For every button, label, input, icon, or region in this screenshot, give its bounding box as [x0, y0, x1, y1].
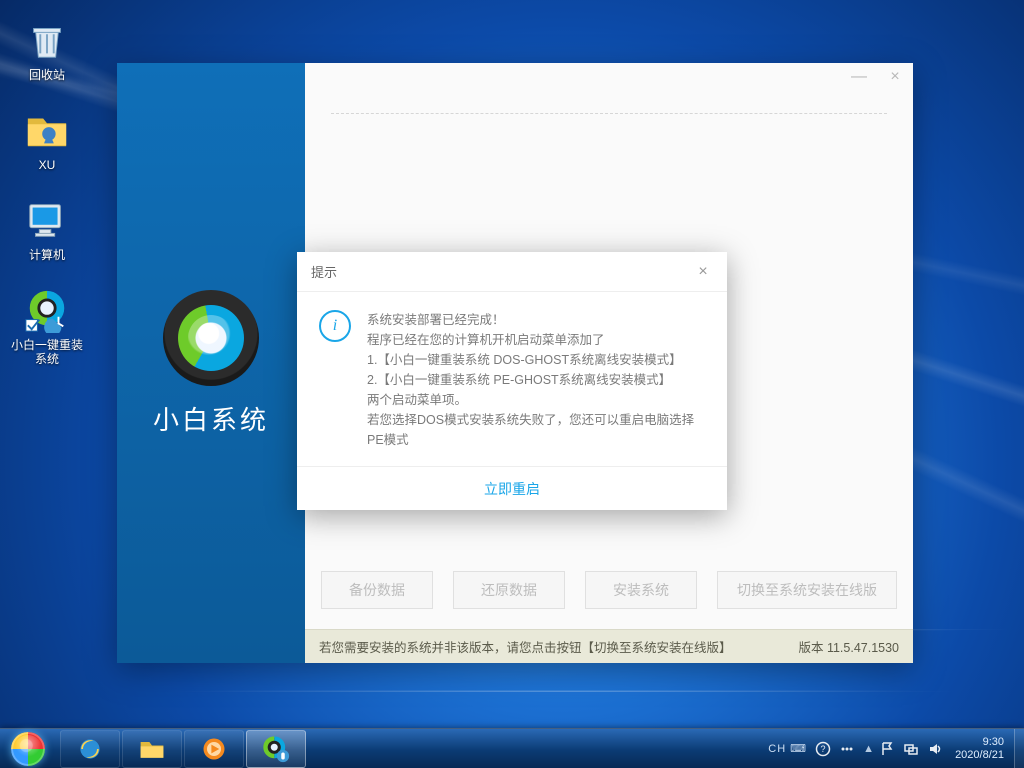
info-icon: i — [319, 310, 351, 342]
media-player-icon — [199, 735, 229, 763]
clock-date: 2020/8/21 — [955, 749, 1004, 762]
dialog-line: 若您选择DOS模式安装系统失败了，您还可以重启电脑选择PE模式 — [367, 410, 705, 450]
clock-time: 9:30 — [955, 736, 1004, 749]
action-center-flag-icon[interactable] — [879, 741, 895, 757]
taskbar-item-explorer[interactable] — [122, 730, 182, 768]
restore-button[interactable]: 还原数据 — [453, 571, 565, 609]
show-desktop-button[interactable] — [1014, 729, 1024, 768]
dialog-message: 系统安装部署已经完成！ 程序已经在您的计算机开机启动菜单添加了 1.【小白一键重… — [367, 310, 705, 450]
taskbar-item-ie[interactable] — [60, 730, 120, 768]
recycle-bin-icon — [23, 16, 71, 64]
status-hint: 若您需要安装的系统并非该版本，请您点击按钮【切换至系统安装在线版】 — [319, 637, 732, 656]
taskbar: CH ⌨ ? ▲ 9:30 2020/8/21 — [0, 728, 1024, 768]
desktop-icon-computer[interactable]: 计算机 — [8, 190, 86, 280]
taskbar-item-xiaobai-app[interactable] — [246, 730, 306, 768]
dialog-line: 1.【小白一键重装系统 DOS-GHOST系统离线安装模式】 — [367, 350, 705, 370]
status-bar: 若您需要安装的系统并非该版本，请您点击按钮【切换至系统安装在线版】 版本 11.… — [305, 629, 913, 663]
dialog-line: 系统安装部署已经完成！ — [367, 310, 705, 330]
app-brand-text: 小白系统 — [153, 400, 269, 437]
computer-icon — [23, 196, 71, 244]
app-sidebar: 小白系统 — [117, 63, 305, 663]
window-controls: — × — [841, 63, 913, 91]
desktop-icon-app-shortcut[interactable]: 小白一键重装系统 — [8, 280, 86, 370]
xiaobai-app-icon — [261, 735, 291, 763]
taskbar-item-media-player[interactable] — [184, 730, 244, 768]
status-version: 版本 11.5.47.1530 — [798, 637, 899, 656]
taskbar-pinned — [56, 729, 306, 768]
confirm-dialog: 提示 × i 系统安装部署已经完成！ 程序已经在您的计算机开机启动菜单添加了 1… — [297, 252, 727, 510]
language-label: CH — [768, 743, 786, 755]
internet-explorer-icon — [75, 735, 105, 763]
app-shortcut-icon — [23, 286, 71, 334]
folder-icon — [23, 106, 71, 154]
language-indicator[interactable]: CH ⌨ — [768, 742, 807, 755]
taskbar-clock[interactable]: 9:30 2020/8/21 — [951, 736, 1008, 762]
help-icon[interactable]: ? — [815, 741, 831, 757]
dialog-title: 提示 — [311, 262, 337, 281]
restart-now-button[interactable]: 立即重启 — [297, 467, 727, 510]
switch-online-button[interactable]: 切换至系统安装在线版 — [717, 571, 897, 609]
dialog-close-button[interactable]: × — [693, 263, 713, 281]
action-buttons: 备份数据 还原数据 安装系统 切换至系统安装在线版 — [305, 571, 913, 609]
install-button[interactable]: 安装系统 — [585, 571, 697, 609]
close-button[interactable]: × — [877, 63, 913, 91]
desktop-icon-label: 计算机 — [29, 248, 65, 262]
app-logo-icon — [163, 290, 259, 386]
divider-dashed — [331, 113, 887, 114]
start-button[interactable] — [0, 729, 56, 768]
desktop-icon-label: 小白一键重装系统 — [11, 338, 83, 366]
desktop-icon-folder-xu[interactable]: XU — [8, 100, 86, 190]
desktop-icon-label: 回收站 — [29, 68, 65, 82]
desktop-icon-label: XU — [39, 158, 56, 172]
svg-text:?: ? — [821, 744, 826, 754]
backup-button[interactable]: 备份数据 — [321, 571, 433, 609]
speaker-icon[interactable] — [927, 741, 943, 757]
keyboard-icon: ⌨ — [790, 742, 807, 755]
dialog-line: 程序已经在您的计算机开机启动菜单添加了 — [367, 330, 705, 350]
more-icons-icon[interactable] — [839, 741, 855, 757]
dialog-line: 2.【小白一键重装系统 PE-GHOST系统离线安装模式】 — [367, 370, 705, 390]
dialog-titlebar: 提示 × — [297, 252, 727, 292]
file-explorer-icon — [137, 735, 167, 763]
network-icon[interactable] — [903, 741, 919, 757]
chevron-up-icon[interactable]: ▲ — [863, 743, 871, 755]
dialog-line: 两个启动菜单项。 — [367, 390, 705, 410]
desktop-icon-recycle-bin[interactable]: 回收站 — [8, 10, 86, 100]
desktop-icons: 回收站 XU 计算机 小白一键重装系统 — [8, 10, 88, 370]
system-tray: CH ⌨ ? ▲ 9:30 2020/8/21 — [758, 729, 1014, 768]
windows-orb-icon — [11, 732, 45, 766]
minimize-button[interactable]: — — [841, 63, 877, 91]
